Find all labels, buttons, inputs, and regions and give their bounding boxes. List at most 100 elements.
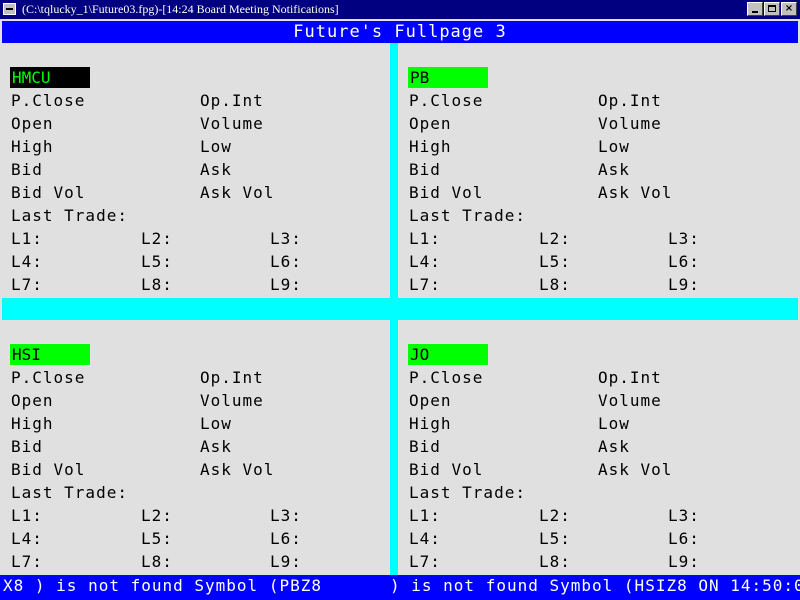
high-label: High	[409, 414, 452, 433]
ask-label: Ask	[200, 437, 232, 456]
l7-label: L7:	[409, 552, 441, 571]
low-label: Low	[598, 137, 630, 156]
symbol-field[interactable]: PB	[408, 67, 488, 88]
l8-label: L8:	[141, 552, 173, 571]
minimize-button[interactable]	[747, 2, 763, 16]
l6-label: L6:	[668, 529, 700, 548]
volume-label: Volume	[200, 391, 264, 410]
bid-label: Bid	[409, 160, 441, 179]
p-close-label: P.Close	[409, 91, 484, 110]
low-label: Low	[200, 137, 232, 156]
status-message-right: ) is not found Symbol (HSIZ8 ON 14:50:01	[390, 576, 800, 595]
l8-label: L8:	[539, 275, 571, 294]
symbol-field[interactable]: HSI	[10, 344, 90, 365]
bid-label: Bid	[409, 437, 441, 456]
p-close-label: P.Close	[11, 368, 86, 387]
ask-vol-label: Ask Vol	[598, 183, 673, 202]
l2-label: L2:	[141, 506, 173, 525]
l2-label: L2:	[539, 506, 571, 525]
quote-panel-hmcu[interactable]: HMCU P.Close Op.Int Open Volume High Low…	[2, 45, 388, 297]
op-int-label: Op.Int	[598, 91, 662, 110]
l3-label: L3:	[270, 229, 302, 248]
op-int-label: Op.Int	[200, 368, 264, 387]
l7-label: L7:	[409, 275, 441, 294]
l5-label: L5:	[539, 529, 571, 548]
l4-label: L4:	[11, 529, 43, 548]
l5-label: L5:	[141, 529, 173, 548]
l9-label: L9:	[270, 275, 302, 294]
l6-label: L6:	[270, 529, 302, 548]
l9-label: L9:	[668, 552, 700, 571]
low-label: Low	[598, 414, 630, 433]
bid-vol-label: Bid Vol	[409, 460, 484, 479]
l5-label: L5:	[141, 252, 173, 271]
high-label: High	[11, 137, 54, 156]
l4-label: L4:	[409, 529, 441, 548]
l2-label: L2:	[141, 229, 173, 248]
window-title: (C:\tqlucky_1\Future03.fpg)-[14:24 Board…	[22, 2, 339, 16]
last-trade-label: Last Trade:	[409, 483, 526, 502]
l3-label: L3:	[668, 506, 700, 525]
open-label: Open	[11, 391, 54, 410]
op-int-label: Op.Int	[200, 91, 264, 110]
l1-label: L1:	[409, 229, 441, 248]
op-int-label: Op.Int	[598, 368, 662, 387]
volume-label: Volume	[200, 114, 264, 133]
bid-label: Bid	[11, 160, 43, 179]
l9-label: L9:	[668, 275, 700, 294]
open-label: Open	[409, 391, 452, 410]
title-bar[interactable]: (C:\tqlucky_1\Future03.fpg)-[14:24 Board…	[0, 0, 800, 19]
l3-label: L3:	[270, 506, 302, 525]
quote-panel-jo[interactable]: JO P.Close Op.Int Open Volume High Low B…	[400, 322, 786, 574]
l5-label: L5:	[539, 252, 571, 271]
l4-label: L4:	[409, 252, 441, 271]
l9-label: L9:	[270, 552, 302, 571]
horizontal-divider	[2, 298, 798, 320]
ask-label: Ask	[200, 160, 232, 179]
l6-label: L6:	[270, 252, 302, 271]
low-label: Low	[200, 414, 232, 433]
open-label: Open	[409, 114, 452, 133]
maximize-button[interactable]	[764, 2, 780, 16]
bid-vol-label: Bid Vol	[11, 183, 86, 202]
l7-label: L7:	[11, 275, 43, 294]
volume-label: Volume	[598, 391, 662, 410]
bid-vol-label: Bid Vol	[11, 460, 86, 479]
minimize-icon	[752, 11, 758, 13]
close-button[interactable]: ×	[781, 2, 797, 16]
last-trade-label: Last Trade:	[11, 206, 128, 225]
ask-vol-label: Ask Vol	[200, 460, 275, 479]
ask-vol-label: Ask Vol	[598, 460, 673, 479]
l3-label: L3:	[668, 229, 700, 248]
high-label: High	[11, 414, 54, 433]
status-bar: X8 ) is not found Symbol (PBZ8 ) is not …	[0, 575, 800, 600]
l1-label: L1:	[11, 506, 43, 525]
symbol-field[interactable]: JO	[408, 344, 488, 365]
l8-label: L8:	[141, 275, 173, 294]
quote-panel-pb[interactable]: PB P.Close Op.Int Open Volume High Low B…	[400, 45, 786, 297]
l2-label: L2:	[539, 229, 571, 248]
l1-label: L1:	[11, 229, 43, 248]
p-close-label: P.Close	[409, 368, 484, 387]
l4-label: L4:	[11, 252, 43, 271]
ask-vol-label: Ask Vol	[200, 183, 275, 202]
ask-label: Ask	[598, 437, 630, 456]
ask-label: Ask	[598, 160, 630, 179]
volume-label: Volume	[598, 114, 662, 133]
last-trade-label: Last Trade:	[11, 483, 128, 502]
close-icon: ×	[784, 3, 794, 14]
l6-label: L6:	[668, 252, 700, 271]
quote-panel-hsi[interactable]: HSI P.Close Op.Int Open Volume High Low …	[2, 322, 388, 574]
l7-label: L7:	[11, 552, 43, 571]
bid-vol-label: Bid Vol	[409, 183, 484, 202]
page-title: Future's Fullpage 3	[2, 21, 798, 43]
application-window: (C:\tqlucky_1\Future03.fpg)-[14:24 Board…	[0, 0, 800, 600]
status-message-left: X8 ) is not found Symbol (PBZ8	[3, 576, 322, 595]
l1-label: L1:	[409, 506, 441, 525]
high-label: High	[409, 137, 452, 156]
system-menu-icon[interactable]	[3, 3, 16, 15]
symbol-field[interactable]: HMCU	[10, 67, 90, 88]
bid-label: Bid	[11, 437, 43, 456]
maximize-icon	[768, 5, 776, 12]
last-trade-label: Last Trade:	[409, 206, 526, 225]
